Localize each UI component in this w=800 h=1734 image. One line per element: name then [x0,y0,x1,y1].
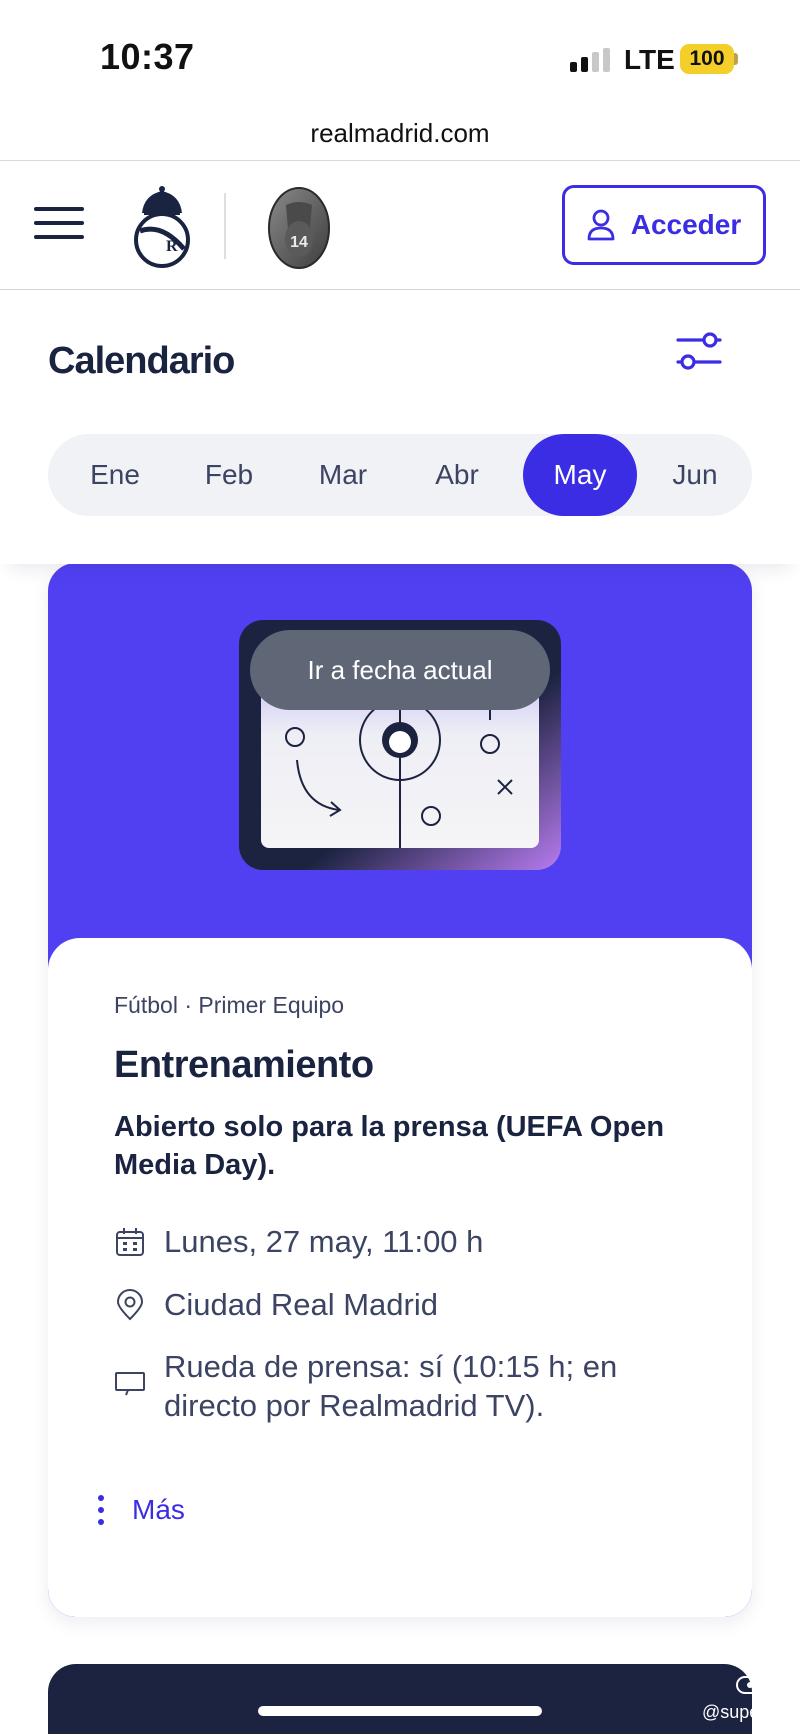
event-location: Ciudad Real Madrid [164,1287,438,1322]
login-button[interactable]: Acceder [562,185,766,265]
more-label: Más [132,1494,185,1525]
home-indicator[interactable] [258,1706,542,1716]
user-icon [587,209,615,241]
event-title: Entrenamiento [114,1044,374,1086]
tab-month-mar[interactable]: Mar [286,434,400,516]
filter-sliders-icon[interactable] [676,330,722,372]
header-separator [224,193,226,259]
calendar-icon [116,1228,144,1256]
signal-icon [570,48,612,72]
tab-month-may[interactable]: May [523,434,637,516]
battery-tip [734,53,738,65]
tab-month-feb[interactable]: Feb [172,434,286,516]
champions-trophy-badge-icon: 14 [268,187,330,269]
next-event-card[interactable] [48,1664,752,1734]
event-press-row: Rueda de prensa: sí (10:15 h; en directo… [114,1347,634,1425]
status-bar: 10:37 LTE 100 [0,0,800,110]
tab-month-ene[interactable]: Ene [58,434,172,516]
event-date-row: Lunes, 27 may, 11:00 h [114,1222,634,1261]
go-to-today-button[interactable]: Ir a fecha actual [250,630,550,710]
tv-screen-icon [115,1372,145,1396]
location-pin-icon [116,1289,144,1321]
login-label: Acceder [630,209,742,240]
svg-text:R: R [166,238,178,255]
more-options-button[interactable]: Más [94,1493,185,1527]
event-card-body: Fútbol · Primer Equipo Entrenamiento Abi… [48,938,752,1617]
more-vertical-icon [94,1493,108,1527]
watermark-logo-icon [736,1676,782,1694]
month-tabs: Ene Feb Mar Abr May Jun [48,434,752,516]
badge-number: 14 [290,234,308,251]
url-bar[interactable]: realmadrid.com [0,110,800,162]
event-category: Fútbol · Primer Equipo [114,992,345,1018]
event-subtitle: Abierto solo para la prensa (UEFA Open M… [114,1111,665,1181]
network-label: LTE [624,44,675,75]
battery-icon: 100 [680,44,734,74]
event-card[interactable]: Fútbol · Primer Equipo Entrenamiento Abi… [48,563,752,1617]
event-press: Rueda de prensa: sí (10:15 h; en directo… [164,1349,618,1423]
event-location-row: Ciudad Real Madrid [114,1285,634,1324]
hamburger-menu-icon[interactable] [34,205,84,241]
event-date: Lunes, 27 may, 11:00 h [164,1224,484,1259]
tab-month-abr[interactable]: Abr [400,434,514,516]
calendar-section: Calendario Ene Feb Mar Abr May Jun [0,290,800,564]
site-header: R 14 Acceder [0,161,800,290]
watermark-text: @superdev [702,1702,795,1722]
status-time: 10:37 [100,36,195,77]
tab-month-jun[interactable]: Jun [638,434,752,516]
real-madrid-crest-icon[interactable]: R [128,183,196,269]
page-title: Calendario [48,340,235,382]
